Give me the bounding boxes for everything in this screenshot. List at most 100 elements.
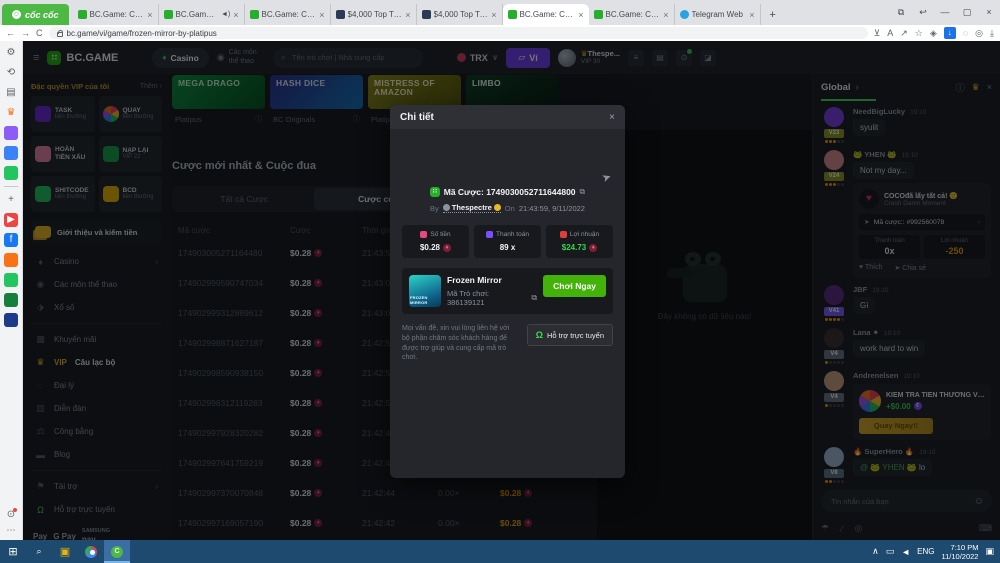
url-text: bc.game/vi/game/frozen-mirror-by-platipu… (67, 29, 217, 38)
app-green-icon[interactable] (4, 273, 18, 287)
display-icon[interactable]: ▭ (886, 546, 895, 557)
browser-tab[interactable]: BC.Game: Crypto Ca× (589, 4, 675, 25)
translate-icon[interactable]: A (887, 28, 893, 38)
start-button[interactable]: ⊞ (0, 540, 26, 563)
game-id-row: Mã Trò chơi: 386139121 ⧉ (447, 289, 537, 307)
stat-value: 89 x (476, 243, 539, 252)
tab-close-icon[interactable]: × (491, 10, 496, 20)
browser-tab[interactable]: $4,000 Top Tier Plati× (331, 4, 417, 25)
gem-coin-icon: ♦ (443, 244, 451, 252)
browser-tab[interactable]: BC.Game: Crypto Ca× (245, 4, 331, 25)
support-help-text: Mọi vấn đề, xin vui lòng liên hệ với bộ … (402, 324, 519, 363)
taskbar-clock[interactable]: 7:10 PM 11/10/2022 (942, 543, 979, 561)
play-now-button[interactable]: Chơi Ngay (543, 275, 606, 297)
share-icon[interactable]: ↗ (900, 28, 908, 39)
headset-icon: Ω (536, 330, 543, 340)
tab-close-icon[interactable]: × (663, 10, 668, 20)
chrome-taskbar-button[interactable] (78, 540, 104, 563)
copy-game-id-icon[interactable]: ⧉ (531, 293, 537, 303)
window-controls: ⧉ ↩ — ▢ × (890, 0, 1000, 25)
bet-stat-box: Thanh toán 89 x (474, 225, 541, 258)
game-thumbnail[interactable] (409, 275, 441, 307)
adblock-shield-icon[interactable]: ◈ (930, 28, 937, 39)
lock-icon (57, 32, 63, 37)
bcgame-favicon (78, 10, 87, 19)
browser-tab[interactable]: BC.Game: Crypto◄)× (159, 4, 245, 25)
copy-bet-id-icon[interactable]: ⧉ (580, 187, 586, 197)
download-active-icon[interactable]: ↓ (944, 27, 956, 39)
game-id-value: 386139121 (447, 298, 485, 307)
youtube-icon[interactable]: ▶ (4, 213, 18, 227)
player-avatar-icon (443, 204, 450, 211)
tab-close-icon[interactable]: × (233, 10, 238, 20)
browser-side-rail: ⚙ ⟲ ▤ ♛ + ▶ f ⊙ ⋯ (0, 41, 23, 540)
share-bet-icon[interactable]: ➤ (600, 170, 613, 185)
downloads-tray-icon[interactable]: ⤓ (990, 28, 994, 39)
tab-title: Telegram Web (692, 10, 747, 19)
modal-close-icon[interactable]: × (609, 112, 615, 123)
restore-session-icon[interactable]: ↩ (912, 0, 934, 25)
amount-icon (420, 231, 427, 238)
rail-more-icon[interactable]: ⋯ (7, 525, 16, 536)
minimize-button[interactable]: — (934, 0, 956, 25)
rail-divider (4, 186, 18, 187)
player-link[interactable]: Thespectre (443, 203, 501, 213)
tab-close-icon[interactable]: × (405, 10, 410, 20)
zalo-icon[interactable] (4, 146, 18, 160)
coccoc-vip-crown-icon[interactable]: ♛ (4, 106, 18, 120)
games-icon[interactable] (4, 166, 18, 180)
coccoc-brand-button[interactable]: ☺ cốc cốc (2, 4, 69, 25)
save-page-icon[interactable]: ⊻ (874, 28, 881, 39)
tab-close-icon[interactable]: × (749, 10, 754, 20)
settings-icon[interactable]: ⚙ (4, 46, 18, 60)
chrome-icon (85, 546, 97, 558)
browser-tab[interactable]: BC.Game: Crypto Ca× (503, 4, 589, 25)
windows-taskbar: ⊞ ⌕ ▣ C ∧ ▭ ◄ ENG 7:10 PM 11/10/2022 ▣ (0, 540, 1000, 563)
system-tray: ∧ ▭ ◄ ENG 7:10 PM 11/10/2022 ▣ (872, 543, 1000, 561)
bookmark-star-icon[interactable]: ☆ (915, 28, 923, 39)
gem-coin-icon: ♦ (589, 244, 597, 252)
forward-icon[interactable]: → (21, 28, 30, 38)
app-navy-icon[interactable] (4, 313, 18, 327)
file-explorer-button[interactable]: ▣ (52, 540, 78, 563)
language-indicator[interactable]: ENG (917, 547, 934, 556)
bet-stats-row: Số tiền$0.28♦Thanh toán89 xLợi nhuận$24.… (402, 225, 613, 258)
browser-tab[interactable]: Telegram Web× (675, 4, 761, 25)
sync-icon[interactable]: ◌ (963, 28, 968, 38)
messenger-icon[interactable] (4, 126, 18, 140)
slots-category-icon: ∷ (430, 187, 440, 197)
app-garden-icon[interactable] (4, 293, 18, 307)
stat-value: $24.73♦ (548, 243, 611, 252)
live-support-button[interactable]: Ω Hỗ trợ trực tuyến (527, 324, 613, 346)
forum-favicon (336, 10, 345, 19)
reading-list-icon[interactable]: ▤ (4, 86, 18, 100)
coccoc-taskbar-button[interactable]: C (104, 540, 130, 563)
volume-icon[interactable]: ◄ (901, 547, 910, 557)
history-icon[interactable]: ⟲ (4, 66, 18, 80)
back-icon[interactable]: ← (6, 28, 15, 38)
tab-close-icon[interactable]: × (578, 10, 583, 20)
facebook-icon[interactable]: f (4, 233, 18, 247)
tab-close-icon[interactable]: × (147, 10, 152, 20)
app-orange-icon[interactable] (4, 253, 18, 267)
new-tab-button[interactable]: + (765, 7, 781, 23)
telegram-favicon (680, 10, 689, 19)
browser-tab[interactable]: $4,000 Top Tier Plat× (417, 4, 503, 25)
action-center-icon[interactable]: ▣ (985, 546, 994, 557)
profile-icon[interactable]: ◎ (975, 28, 983, 39)
stat-label: Thanh toán (496, 231, 529, 238)
taskbar-date: 11/10/2022 (942, 552, 979, 561)
tab-panel-icon[interactable]: ⧉ (890, 0, 912, 25)
notifications-bell-icon[interactable]: ⊙ (7, 509, 15, 520)
taskbar-search-button[interactable]: ⌕ (26, 540, 52, 563)
reload-icon[interactable]: C (36, 28, 43, 38)
browser-tab[interactable]: BC.Game: Crypto Ca× (73, 4, 159, 25)
tab-close-icon[interactable]: × (319, 10, 324, 20)
url-field[interactable]: bc.game/vi/game/frozen-mirror-by-platipu… (49, 27, 868, 39)
taskbar-time: 7:10 PM (951, 543, 979, 552)
close-window-button[interactable]: × (978, 0, 1000, 25)
add-shortcut-icon[interactable]: + (4, 193, 18, 207)
tray-expand-icon[interactable]: ∧ (872, 546, 879, 557)
bet-by-row: By Thespectre On 21:43:59, 9/11/2022 (402, 203, 613, 213)
maximize-button[interactable]: ▢ (956, 0, 978, 25)
